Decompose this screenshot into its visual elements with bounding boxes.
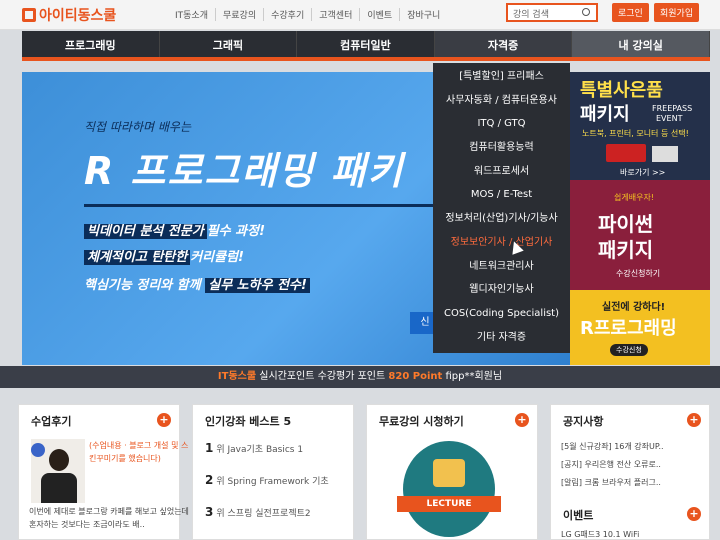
notice-title: 공지사항 — [563, 415, 604, 428]
signup-button[interactable]: 회원가입 — [654, 3, 700, 22]
dropdown-item[interactable]: 사무자동화 / 컴퓨터운용사 — [433, 89, 570, 113]
free-lecture-title: 무료강의 시청하기 — [379, 415, 464, 428]
dropdown-item[interactable]: 네트워크관리사 — [433, 255, 570, 279]
topnav-about[interactable]: IT동소개 — [168, 8, 215, 21]
search-input[interactable]: 강의 검색 — [506, 3, 598, 22]
search-icon[interactable] — [582, 8, 590, 16]
dropdown-item[interactable]: COS(Coding Specialist) — [433, 302, 570, 326]
dropdown-item[interactable]: [특별할인] 프리패스 — [433, 65, 570, 89]
review-more-icon[interactable]: + — [157, 413, 171, 427]
ticker-points: 820 Point — [388, 371, 443, 382]
ticker-user: fipp**회원님 — [445, 371, 503, 382]
certificate-dropdown: [특별할인] 프리패스 사무자동화 / 컴퓨터운용사 ITQ / GTQ 컴퓨터… — [433, 63, 570, 353]
avatar-body — [41, 473, 77, 503]
best5-title: 인기강좌 베스트 5 — [205, 415, 292, 428]
free-lecture-more-icon[interactable]: + — [515, 413, 529, 427]
side-ad-gift-package[interactable]: 특별사은품 패키지 FREEPASS EVENT 노트북, 프린터, 모니터 등… — [570, 72, 710, 180]
notice-item-1[interactable]: [5월 신규강좌] 16개 강좌UP.. — [561, 441, 664, 452]
best-item-1[interactable]: 1위 Java기초 Basics 1 — [205, 441, 303, 455]
printer-icon — [652, 146, 678, 162]
side-ad-python-package[interactable]: 쉽게배우자! 파이썬 패키지 수강신청하기 — [570, 180, 710, 290]
notice-more-icon[interactable]: + — [687, 413, 701, 427]
banner-line-3: 핵심기능 정리와 함께 실무 노하우 전수! — [84, 274, 310, 293]
reviewer-avatar — [31, 439, 85, 503]
avatar-hair — [49, 449, 69, 471]
event-item-1[interactable]: LG G패드3 10.1 WiFi — [561, 529, 639, 540]
ad1-title2: 패키지 — [580, 104, 630, 125]
free-lecture-panel: 무료강의 시청하기 + LECTURE — [366, 404, 538, 540]
ad2-title2: 패키지 — [598, 238, 654, 262]
dropdown-item-hovered[interactable]: 정보보안기사 / 산업기사 — [433, 231, 570, 255]
review-excerpt-2[interactable]: 이번에 제대로 블로그랑 카페를 해보고 싶었는데 혼자하는 것보다는 조금이라… — [29, 505, 189, 531]
side-ad-r-programming[interactable]: 실전에 강하다! R프로그래밍 수강신청 — [570, 290, 710, 365]
ad1-title: 특별사은품 — [580, 80, 663, 101]
ad2-title1: 파이썬 — [598, 212, 654, 236]
ad3-title: R프로그래밍 — [580, 318, 677, 339]
best-item-2[interactable]: 2위 Spring Framework 기초 — [205, 473, 329, 487]
ad1-link[interactable]: 바로가기 >> — [620, 167, 665, 178]
login-button[interactable]: 로그인 — [612, 3, 649, 22]
main-nav: 프로그래밍 그래픽 컴퓨터일반 자격증 내 강의실 — [22, 31, 710, 61]
dropdown-item[interactable]: 컴퓨터활용능력 — [433, 136, 570, 160]
best5-panel: 인기강좌 베스트 5 1위 Java기초 Basics 1 2위 Spring … — [192, 404, 354, 540]
notice-item-2[interactable]: [공지] 우리은행 전산 오류로.. — [561, 459, 661, 470]
top-nav: IT동소개 무료강의 수강후기 고객센터 이벤트 장바구니 — [168, 8, 447, 21]
ad1-freepass: FREEPASS — [652, 104, 693, 113]
review-title: 수업후기 — [31, 415, 72, 428]
dropdown-item[interactable]: MOS / E-Test — [433, 183, 570, 207]
site-logo[interactable]: 아이티동스쿨 — [22, 5, 116, 25]
banner-line-2: 체계적이고 탄탄한 커리큘럼! — [84, 246, 244, 265]
ad2-small: 쉽게배우자! — [614, 193, 655, 202]
film-camera-icon — [433, 459, 465, 487]
ad3-small: 실전에 강하다! — [602, 302, 666, 313]
nav-my-classroom[interactable]: 내 강의실 — [572, 31, 710, 57]
dropdown-item[interactable]: 웹디자인기능사 — [433, 278, 570, 302]
topnav-cart[interactable]: 장바구니 — [399, 8, 447, 21]
logo-text: 아이티동스쿨 — [39, 8, 117, 24]
points-ticker: IT동스쿨 실시간포인트 수강평가 포인트 820 Point fipp**회원… — [0, 366, 720, 388]
dropdown-item[interactable]: 기타 자격증 — [433, 326, 570, 350]
topnav-reviews[interactable]: 수강후기 — [263, 8, 311, 21]
crown-badge-icon — [31, 443, 45, 457]
notice-panel: 공지사항 + [5월 신규강좌] 16개 강좌UP.. [공지] 우리은행 전산… — [550, 404, 710, 540]
event-title: 이벤트 — [563, 509, 594, 522]
banner-title: R 프로그래밍 패키 — [84, 149, 405, 193]
ad1-event: EVENT — [656, 114, 683, 123]
dropdown-item[interactable]: 워드프로세서 — [433, 160, 570, 184]
nav-graphic[interactable]: 그래픽 — [160, 31, 298, 57]
laptop-icon — [606, 144, 646, 162]
banner-subtitle: 직접 따라하며 배우는 — [84, 120, 191, 134]
ad2-link[interactable]: 수강신청하기 — [616, 268, 660, 279]
ad3-link[interactable]: 수강신청 — [610, 344, 648, 356]
review-panel: 수업후기 + (수업내용 · 블로그 개설 및 스킨꾸미기를 했습니다) 이번에… — [18, 404, 189, 540]
lecture-label: LECTURE — [397, 496, 501, 512]
topnav-free-lecture[interactable]: 무료강의 — [215, 8, 263, 21]
event-more-icon[interactable]: + — [687, 507, 701, 521]
banner-line-1: 빅데이터 분석 전문가 필수 과정! — [84, 220, 265, 239]
dropdown-item[interactable]: 정보처리(산업)기사/기능사 — [433, 207, 570, 231]
notice-item-3[interactable]: [알림] 크롬 브라우저 플러그.. — [561, 477, 661, 488]
topnav-support[interactable]: 고객센터 — [311, 8, 359, 21]
ticker-brand: IT동스쿨 — [217, 371, 257, 382]
nav-computer-general[interactable]: 컴퓨터일반 — [297, 31, 435, 57]
best-item-3[interactable]: 3위 스프링 실전프로젝트2 — [205, 505, 311, 519]
ad1-desc: 노트북, 프린터, 모니터 등 선택! — [582, 129, 689, 138]
ticker-text: 실시간포인트 수강평가 포인트 — [259, 371, 386, 382]
search-placeholder: 강의 검색 — [513, 10, 549, 20]
top-bar: 아이티동스쿨 IT동소개 무료강의 수강후기 고객센터 이벤트 장바구니 강의 … — [0, 0, 720, 30]
nav-programming[interactable]: 프로그래밍 — [22, 31, 160, 57]
nav-certificate[interactable]: 자격증 — [434, 31, 573, 57]
dropdown-item[interactable]: ITQ / GTQ — [433, 112, 570, 136]
review-excerpt-1[interactable]: (수업내용 · 블로그 개설 및 스킨꾸미기를 했습니다) — [89, 439, 189, 465]
topnav-event[interactable]: 이벤트 — [359, 8, 399, 21]
lecture-badge[interactable]: LECTURE — [397, 441, 501, 537]
logo-icon — [22, 8, 36, 22]
